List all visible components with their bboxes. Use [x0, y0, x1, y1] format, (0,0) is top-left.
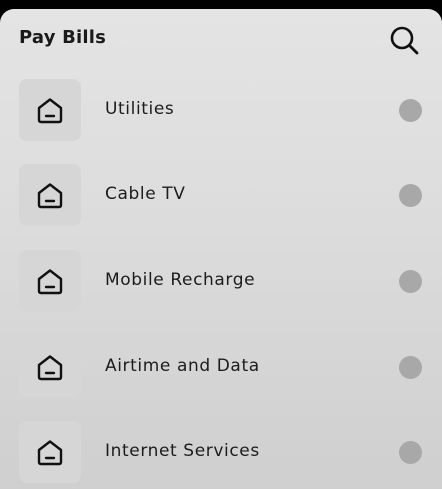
icon-tile [19, 421, 81, 483]
pay-bills-sheet: Pay Bills Utilities Cable TV Mobile Rech… [0, 9, 442, 489]
radio-button[interactable] [399, 270, 422, 293]
page-title: Pay Bills [19, 27, 107, 48]
list-item-internet-services[interactable]: Internet Services [0, 421, 442, 485]
home-icon [37, 183, 63, 209]
list-item-label: Cable TV [105, 184, 186, 204]
home-icon [37, 355, 63, 381]
status-bar [0, 0, 442, 9]
list-item-label: Internet Services [105, 441, 260, 461]
search-icon [390, 26, 419, 55]
list-item-cable-tv[interactable]: Cable TV [0, 164, 442, 228]
list-item-label: Utilities [105, 99, 175, 119]
list-item-label: Airtime and Data [105, 356, 260, 376]
search-button[interactable] [386, 22, 422, 58]
radio-button[interactable] [399, 99, 422, 122]
icon-tile [19, 250, 81, 312]
home-icon [37, 440, 63, 466]
list-item-mobile-recharge[interactable]: Mobile Recharge [0, 250, 442, 314]
header: Pay Bills [0, 9, 442, 67]
list-item-utilities[interactable]: Utilities [0, 79, 442, 143]
home-icon [37, 98, 63, 124]
icon-tile [19, 79, 81, 141]
home-icon [37, 269, 63, 295]
radio-button[interactable] [399, 356, 422, 379]
radio-button[interactable] [399, 441, 422, 464]
icon-tile [19, 336, 81, 398]
radio-button[interactable] [399, 184, 422, 207]
icon-tile [19, 164, 81, 226]
list-item-label: Mobile Recharge [105, 270, 256, 290]
list-item-airtime-and-data[interactable]: Airtime and Data [0, 336, 442, 400]
